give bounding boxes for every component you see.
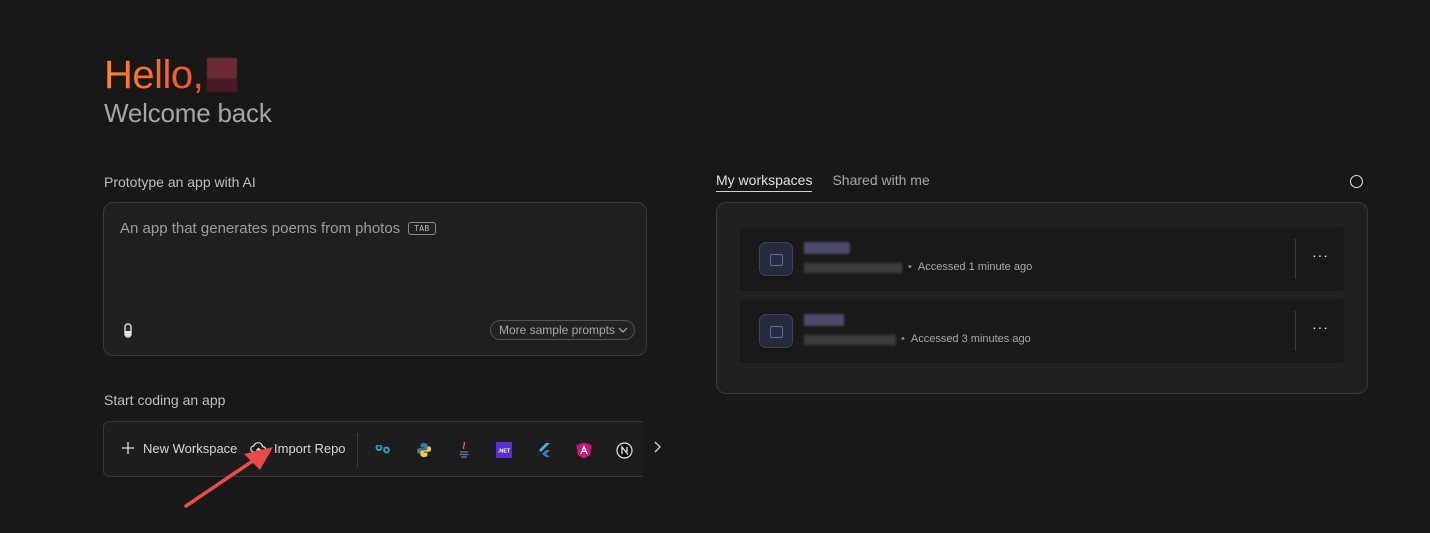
go-icon[interactable] (375, 441, 393, 459)
attach-icon[interactable] (122, 323, 134, 339)
dotnet-icon[interactable]: .NET (495, 441, 513, 459)
workspace-tabs: My workspaces Shared with me (716, 172, 930, 192)
prototype-section-label: Prototype an app with AI (104, 174, 256, 190)
workspace-accessed-time: Accessed 3 minutes ago (910, 333, 1031, 345)
workspace-avatar (759, 314, 793, 348)
tab-hint-badge: TAB (408, 222, 436, 235)
tab-shared-with-me[interactable]: Shared with me (832, 172, 929, 192)
workspace-row[interactable]: • Accessed 3 minutes ago ··· (740, 299, 1344, 363)
greeting-line: Hello, (104, 52, 272, 98)
separator-dot-icon: • (901, 333, 905, 345)
prompt-placeholder-text: An app that generates poems from photos (120, 220, 401, 237)
workspace-accessed-meta: • Accessed 1 minute ago (908, 261, 1032, 273)
redacted-workspace-path (804, 335, 896, 345)
prompt-input-box[interactable]: An app that generates poems from photos T… (103, 202, 647, 356)
redacted-workspace-name (804, 242, 850, 254)
more-options-icon[interactable]: ··· (1312, 319, 1329, 335)
refresh-icon[interactable] (1350, 175, 1363, 188)
redacted-workspace-name (804, 314, 844, 326)
nextjs-icon[interactable] (615, 441, 633, 459)
greeting: Hello, Welcome back (104, 52, 272, 128)
attach-icon-svg (124, 323, 132, 338)
prompt-placeholder[interactable]: An app that generates poems from photos T… (120, 220, 436, 237)
start-coding-section-label: Start coding an app (104, 392, 226, 408)
more-sample-prompts-button[interactable]: More sample prompts (489, 320, 635, 341)
welcome-subtitle: Welcome back (104, 98, 272, 128)
hello-text: Hello, (104, 53, 204, 97)
separator-dot-icon: • (908, 261, 912, 273)
plus-icon (121, 439, 135, 459)
workspaces-panel: • Accessed 1 minute ago ··· • Accessed 3 m… (716, 202, 1368, 394)
java-icon[interactable] (455, 441, 473, 459)
more-sample-prompts-label: More sample prompts (498, 323, 615, 337)
tab-my-workspaces[interactable]: My workspaces (716, 172, 813, 192)
more-options-icon[interactable]: ··· (1312, 247, 1329, 263)
redacted-user-name (207, 58, 238, 92)
chevron-down-icon (618, 323, 628, 341)
row-divider (1295, 311, 1296, 351)
flutter-icon[interactable] (535, 441, 553, 459)
row-divider (1295, 239, 1296, 279)
workspace-accessed-meta: • Accessed 3 minutes ago (901, 333, 1031, 345)
workspace-avatar (759, 242, 793, 276)
scroll-right-chevron-icon[interactable] (653, 440, 661, 458)
redacted-workspace-path (804, 263, 902, 273)
workspace-accessed-time: Accessed 1 minute ago (917, 261, 1033, 273)
angular-icon[interactable] (575, 441, 593, 459)
import-repo-label: Import Repo (274, 441, 346, 456)
python-icon[interactable] (415, 441, 433, 459)
dashboard-page: Hello, Welcome back Prototype an app wit… (0, 0, 1430, 533)
workspace-row[interactable]: • Accessed 1 minute ago ··· (740, 227, 1344, 291)
svg-text:.NET: .NET (498, 449, 511, 455)
toolbar-divider (357, 433, 358, 467)
annotation-arrow-icon (180, 440, 280, 515)
